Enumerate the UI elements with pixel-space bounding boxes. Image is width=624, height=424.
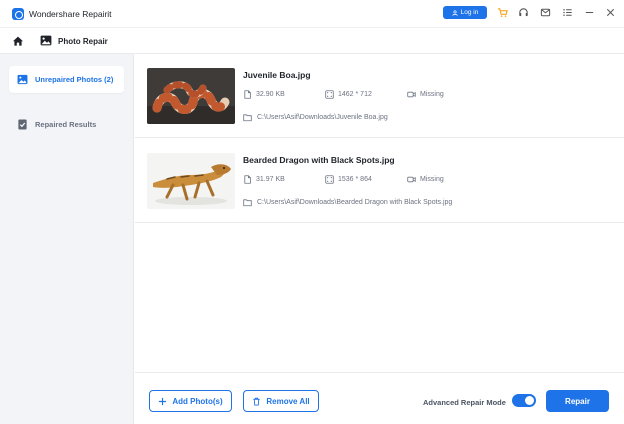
sidebar-item-label: Repaired Results — [35, 120, 97, 129]
photo-icon — [40, 35, 52, 46]
file-size-value: 31.97 KB — [256, 176, 285, 183]
trash-icon — [253, 397, 261, 406]
app-logo-icon — [12, 8, 24, 20]
sidebar-item-label: Unrepaired Photos (2) — [35, 75, 114, 84]
file-camera: Missing — [407, 90, 444, 99]
add-photos-label: Add Photo(s) — [172, 396, 223, 406]
file-path: C:\Users\Asif\Downloads\Juvenile Boa.jpg — [243, 113, 388, 122]
remove-all-button[interactable]: Remove All — [243, 390, 319, 412]
nav-bar: Photo Repair — [0, 28, 624, 54]
file-path-value: C:\Users\Asif\Downloads\Juvenile Boa.jpg — [257, 114, 388, 121]
thumbnail-image — [147, 153, 235, 209]
mail-icon[interactable] — [540, 7, 551, 18]
app-title: Wondershare Repairit — [29, 9, 112, 19]
add-photos-button[interactable]: Add Photo(s) — [149, 390, 232, 412]
file-card[interactable]: Juvenile Boa.jpg 32.90 KB 1462 * 712 Mis… — [135, 54, 624, 138]
remove-all-label: Remove All — [266, 396, 310, 406]
file-list: Juvenile Boa.jpg 32.90 KB 1462 * 712 Mis… — [135, 54, 624, 372]
file-size-value: 32.90 KB — [256, 91, 285, 98]
advanced-repair-toggle[interactable] — [512, 394, 536, 407]
menu-icon[interactable] — [562, 7, 573, 18]
file-size: 31.97 KB — [243, 175, 285, 184]
folder-icon — [243, 199, 252, 207]
repair-label: Repair — [565, 396, 590, 406]
resolution-icon — [325, 175, 334, 184]
file-resolution: 1536 * 864 — [325, 175, 372, 184]
file-resolution-value: 1536 * 864 — [338, 176, 372, 183]
file-camera-value: Missing — [420, 176, 444, 183]
file-icon — [244, 175, 251, 184]
file-camera: Missing — [407, 175, 444, 184]
file-card[interactable]: Bearded Dragon with Black Spots.jpg 31.9… — [135, 139, 624, 223]
sidebar: Unrepaired Photos (2) Repaired Results — [0, 54, 134, 424]
sidebar-item-unrepaired[interactable]: Unrepaired Photos (2) — [9, 66, 124, 93]
image-icon — [17, 74, 28, 85]
file-path: C:\Users\Asif\Downloads\Bearded Dragon w… — [243, 198, 452, 207]
file-name: Juvenile Boa.jpg — [243, 70, 311, 80]
file-camera-value: Missing — [420, 91, 444, 98]
sidebar-item-repaired-results[interactable]: Repaired Results — [9, 111, 124, 138]
close-icon[interactable] — [605, 7, 616, 18]
login-label: Log in — [460, 9, 479, 16]
thumbnail-image — [147, 68, 235, 124]
advanced-repair-label: Advanced Repair Mode — [423, 398, 506, 407]
file-name: Bearded Dragon with Black Spots.jpg — [243, 155, 395, 165]
user-icon — [452, 9, 458, 16]
resolution-icon — [325, 90, 334, 99]
file-size: 32.90 KB — [243, 90, 285, 99]
plus-icon — [159, 397, 167, 405]
title-bar: Wondershare Repairit Log in — [0, 0, 624, 28]
headset-icon[interactable] — [518, 7, 529, 18]
file-path-value: C:\Users\Asif\Downloads\Bearded Dragon w… — [257, 199, 453, 206]
folder-icon — [243, 114, 252, 122]
file-resolution-value: 1462 * 712 — [338, 91, 372, 98]
file-icon — [244, 90, 251, 99]
minimize-icon[interactable] — [584, 7, 595, 18]
action-bar: Add Photo(s) Remove All Advanced Repair … — [135, 372, 624, 424]
login-button[interactable]: Log in — [443, 6, 487, 19]
camera-icon — [407, 91, 416, 98]
page-title: Photo Repair — [58, 37, 108, 46]
camera-icon — [407, 176, 416, 183]
home-icon[interactable] — [12, 35, 24, 47]
document-check-icon — [18, 119, 27, 130]
toggle-knob — [525, 396, 534, 405]
repair-button[interactable]: Repair — [546, 390, 609, 412]
cart-icon[interactable] — [497, 7, 508, 18]
file-resolution: 1462 * 712 — [325, 90, 372, 99]
